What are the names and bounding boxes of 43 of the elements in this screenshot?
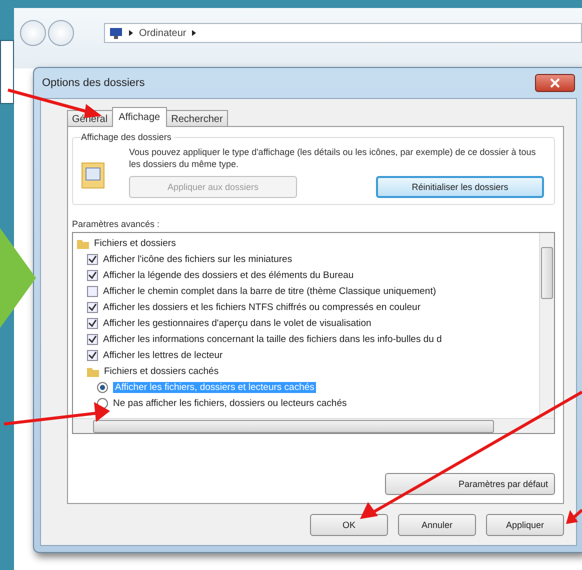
breadcrumb[interactable]: Ordinateur xyxy=(139,28,186,38)
folder-icon xyxy=(87,366,99,376)
horizontal-scrollbar[interactable] xyxy=(73,418,554,433)
folder-icon xyxy=(77,238,89,248)
description-text: Vous pouvez appliquer le type d'affichage (les détails ou les icônes, par exemple) de ce dossier à tous les dossiers du même type. xyxy=(129,146,537,170)
radio-button[interactable] xyxy=(97,382,108,392)
folder-view-icon xyxy=(81,160,107,190)
option-label: Afficher les lettres de lecteur xyxy=(103,350,223,360)
option-label: Afficher les fichiers, dossiers et lecteurs cachés xyxy=(113,382,316,392)
ok-button[interactable]: OK xyxy=(310,514,388,536)
apply-button[interactable]: Appliquer xyxy=(486,514,564,536)
option-label: Afficher les gestionnaires d'aperçu dans le volet de visualisation xyxy=(103,318,372,328)
option-label: Afficher l'icône des fichiers sur les miniatures xyxy=(103,254,292,264)
checkbox[interactable] xyxy=(87,318,98,328)
checkbox[interactable] xyxy=(87,350,98,360)
address-bar[interactable]: Ordinateur xyxy=(104,23,582,43)
checkbox[interactable] xyxy=(87,286,98,296)
option-label: Afficher le chemin complet dans la barre de titre (thème Classique uniquement) xyxy=(103,286,436,296)
tab[interactable]: Affichage xyxy=(112,107,168,127)
chevron-icon xyxy=(129,30,133,36)
tree-item[interactable]: Fichiers et dossiers cachés xyxy=(104,366,219,376)
option-label: Ne pas afficher les fichiers, dossiers ou lecteurs cachés xyxy=(113,398,347,408)
window-title: Options des dossiers xyxy=(42,77,145,89)
checkbox[interactable] xyxy=(87,254,98,264)
restore-defaults-button[interactable]: Paramètres par défaut xyxy=(385,473,555,495)
option-label: Afficher les dossiers et les fichiers NTFS chiffrés ou compressés en couleur xyxy=(103,302,420,312)
cancel-button[interactable]: Annuler xyxy=(398,514,476,536)
section-label: Paramètres avancés : xyxy=(72,219,161,229)
option-label: Afficher la légende des dossiers et des éléments du Bureau xyxy=(103,270,354,280)
computer-icon xyxy=(109,27,123,39)
checkbox[interactable] xyxy=(87,302,98,312)
vertical-scrollbar[interactable] xyxy=(539,233,554,418)
checkbox[interactable] xyxy=(87,334,98,344)
group-heading: Affichage des dossiers xyxy=(81,132,174,142)
chevron-icon xyxy=(192,30,196,36)
option-label: Afficher les informations concernant la taille des fichiers dans les info-bulles du d xyxy=(103,334,442,344)
close-button[interactable] xyxy=(535,74,575,92)
tree-item[interactable]: Fichiers et dossiers xyxy=(94,238,176,248)
tab[interactable]: Rechercher xyxy=(166,110,228,127)
close-icon xyxy=(550,78,560,88)
checkbox[interactable] xyxy=(87,270,98,280)
callout-box xyxy=(0,40,14,104)
reset-folders-button[interactable]: Réinitialiser les dossiers xyxy=(376,176,544,198)
